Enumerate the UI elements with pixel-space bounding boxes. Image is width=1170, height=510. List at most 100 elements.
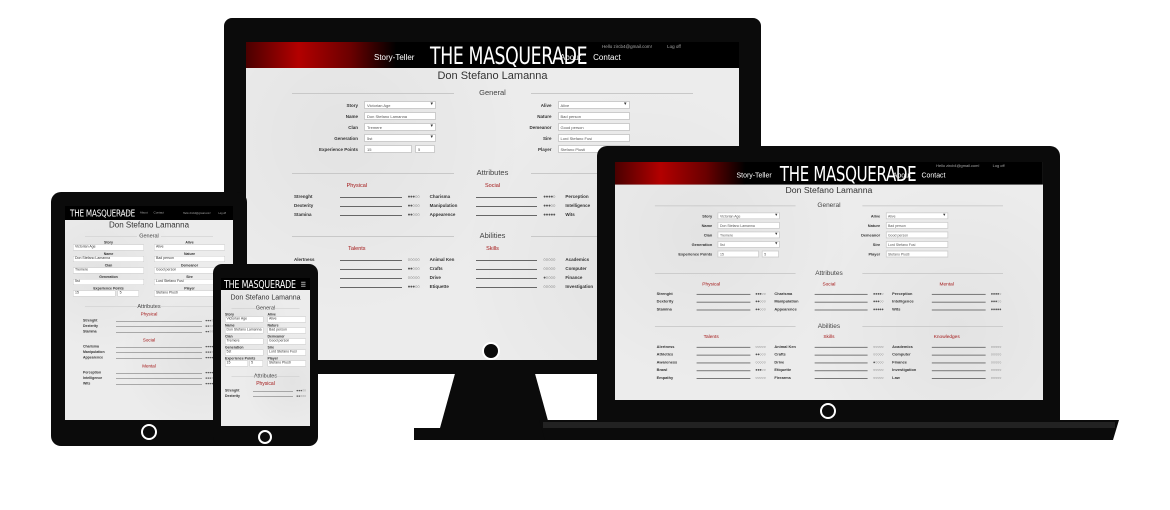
nav-storyteller[interactable]: Story-Teller: [737, 172, 781, 180]
trait-specialty-line[interactable]: [696, 300, 751, 303]
trait-specialty-line[interactable]: [475, 213, 538, 216]
logout-link[interactable]: Log off: [218, 212, 226, 215]
trait-specialty-line[interactable]: [932, 369, 986, 372]
player-input[interactable]: Stefano Plusti: [267, 360, 306, 367]
site-logo[interactable]: THE MASQUERADE: [224, 279, 296, 291]
player-input[interactable]: Stefano Plusti: [885, 250, 948, 258]
nav-storyteller-label[interactable]: Story-Teller: [374, 53, 414, 62]
trait-specialty-line[interactable]: [116, 378, 203, 379]
trait-specialty-line[interactable]: [696, 308, 751, 311]
trait-specialty-line[interactable]: [340, 195, 402, 198]
trait-dots[interactable]: ●○○○○: [873, 360, 884, 364]
nav-storyteller[interactable]: Story-Teller: [374, 53, 424, 62]
trait-specialty-line[interactable]: [340, 285, 402, 288]
clan-select[interactable]: Tremere: [73, 267, 144, 274]
trait-specialty-line[interactable]: [475, 276, 538, 279]
trait-specialty-line[interactable]: [340, 258, 402, 261]
trait-dots[interactable]: ○○○○○: [873, 352, 884, 356]
trait-dots[interactable]: ●●●●●: [991, 307, 1002, 311]
alive-select[interactable]: Alive: [557, 101, 630, 109]
trait-dots[interactable]: ○○○○○: [543, 284, 555, 289]
alive-select[interactable]: Alive: [154, 244, 225, 251]
trait-specialty-line[interactable]: [116, 357, 203, 359]
nav-contact[interactable]: Contact: [593, 53, 621, 62]
trait-specialty-line[interactable]: [696, 376, 751, 379]
trait-dots[interactable]: ○○○○○: [543, 266, 555, 271]
demeanor-input[interactable]: Good person: [885, 231, 948, 239]
name-input[interactable]: Don Stefano Lamanna: [73, 256, 144, 262]
generation-select[interactable]: 5st: [717, 240, 780, 248]
trait-dots[interactable]: ●●○○○: [408, 203, 420, 208]
trait-dots[interactable]: ●●●○○: [543, 203, 555, 208]
trait-dots[interactable]: ○○○○○: [755, 360, 766, 364]
nature-input[interactable]: Bad person: [885, 221, 948, 229]
trait-dots[interactable]: ●●○○○: [296, 395, 306, 399]
logout-link[interactable]: Log off: [667, 44, 681, 49]
experience-input[interactable]: 15: [364, 145, 412, 153]
nature-input[interactable]: Bad person: [267, 327, 306, 334]
trait-dots[interactable]: ●●●○○: [296, 389, 306, 393]
trait-dots[interactable]: ○○○○○: [543, 257, 555, 262]
story-select[interactable]: Victorian Age: [364, 101, 436, 109]
logout-link[interactable]: Log off: [993, 164, 1005, 168]
trait-specialty-line[interactable]: [696, 361, 751, 364]
trait-specialty-line[interactable]: [116, 372, 203, 374]
trait-dots[interactable]: ○○○○○: [873, 368, 884, 372]
trait-specialty-line[interactable]: [814, 376, 868, 379]
trait-dots[interactable]: ○○○○○: [755, 376, 766, 380]
trait-specialty-line[interactable]: [814, 353, 868, 356]
nav-storyteller[interactable]: Story-Teller: [119, 212, 134, 215]
trait-specialty-line[interactable]: [696, 292, 751, 295]
trait-specialty-line[interactable]: [116, 320, 203, 322]
sire-input[interactable]: Lord Stefano Fusi: [885, 240, 948, 248]
trait-dots[interactable]: ●●●○○: [991, 299, 1002, 303]
trait-dots[interactable]: ●●●●●: [873, 307, 884, 311]
trait-specialty-line[interactable]: [932, 345, 986, 348]
trait-dots[interactable]: ○○○○○: [408, 275, 420, 280]
trait-specialty-line[interactable]: [696, 369, 751, 372]
trait-specialty-line[interactable]: [814, 300, 868, 303]
sire-input[interactable]: Lord Stefano Fusi: [557, 134, 630, 142]
trait-specialty-line[interactable]: [696, 345, 751, 348]
trait-dots[interactable]: ○○○○○: [991, 352, 1002, 356]
nature-input[interactable]: Bad person: [154, 256, 225, 262]
trait-specialty-line[interactable]: [116, 326, 203, 327]
trait-specialty-line[interactable]: [340, 267, 402, 270]
experience-input[interactable]: 15: [717, 250, 760, 258]
experience-spent-input[interactable]: 5: [249, 360, 264, 367]
trait-specialty-line[interactable]: [696, 353, 751, 356]
story-select[interactable]: Victorian Age: [73, 244, 144, 251]
clan-select[interactable]: Tremere: [225, 338, 264, 345]
trait-specialty-line[interactable]: [475, 204, 538, 207]
trait-specialty-line[interactable]: [475, 195, 538, 198]
generation-select[interactable]: 5st: [73, 279, 144, 285]
trait-dots[interactable]: ●●●●○: [991, 291, 1002, 295]
nav-about[interactable]: About: [140, 212, 148, 215]
trait-dots[interactable]: ●●●●●: [543, 212, 555, 217]
nav-contact[interactable]: Contact: [154, 212, 164, 215]
trait-dots[interactable]: ●●●●○: [543, 194, 555, 199]
trait-dots[interactable]: ○○○○○: [991, 344, 1002, 348]
trait-specialty-line[interactable]: [340, 276, 402, 279]
name-input[interactable]: Don Stefano Lamanna: [717, 221, 780, 229]
menu-icon[interactable]: ☰: [301, 281, 306, 288]
trait-specialty-line[interactable]: [340, 213, 402, 216]
name-input[interactable]: Don Stefano Lamanna: [225, 327, 264, 334]
trait-dots[interactable]: ●○○○○: [543, 275, 555, 280]
demeanor-input[interactable]: Good person: [267, 338, 306, 345]
trait-dots[interactable]: ●●●○○: [873, 299, 884, 303]
generation-select[interactable]: 5st: [225, 349, 264, 356]
trait-specialty-line[interactable]: [116, 331, 203, 333]
generation-select[interactable]: 5st: [364, 134, 436, 142]
nature-input[interactable]: Bad person: [557, 112, 630, 120]
trait-dots[interactable]: ●●○○○: [755, 352, 766, 356]
trait-specialty-line[interactable]: [253, 390, 294, 392]
trait-specialty-line[interactable]: [932, 353, 986, 356]
experience-input[interactable]: 15: [73, 290, 116, 297]
trait-dots[interactable]: ●●○○○: [408, 212, 420, 217]
story-select[interactable]: Victorian Age: [225, 316, 264, 323]
trait-dots[interactable]: ●●●○○: [755, 368, 766, 372]
demeanor-input[interactable]: Good person: [557, 123, 630, 131]
trait-specialty-line[interactable]: [475, 267, 538, 270]
trait-dots[interactable]: ●●●○○: [755, 291, 766, 295]
